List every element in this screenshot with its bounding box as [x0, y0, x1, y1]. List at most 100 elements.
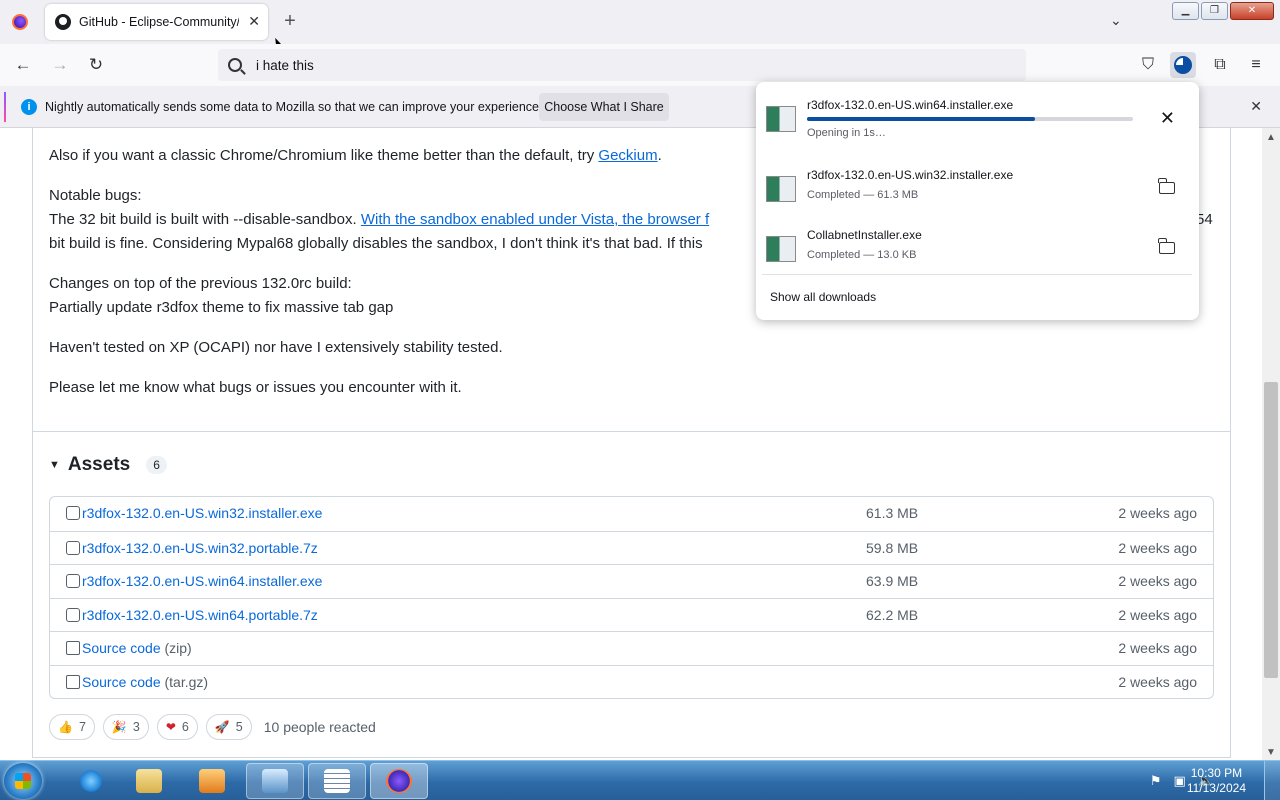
menu-icon[interactable]: ≡ [1243, 52, 1269, 78]
feedback-note: Please let me know what bugs or issues y… [49, 379, 462, 396]
asset-link[interactable]: Source code (zip) [82, 640, 192, 656]
taskbar: ⚑ ▣ 🔈 10:30 PM 11/13/2024 [0, 760, 1280, 800]
choose-what-i-share-button[interactable]: Choose What I Share [539, 93, 669, 121]
firefox-icon [12, 14, 28, 30]
firefox-view-button[interactable] [8, 10, 32, 34]
url-text: i hate this [256, 57, 314, 73]
reactions-bar: 👍 7 🎉 3 ❤ 6 🚀 5 10 people reacted [49, 714, 376, 740]
reaction-tada[interactable]: 🎉 3 [102, 714, 149, 740]
download-status: Completed — 13.0 KB [807, 249, 917, 261]
nav-bar: ← → ↻ i hate this ⛉ ⧉ ≡ [0, 44, 1280, 86]
asset-date: 2 weeks ago [1118, 606, 1197, 623]
taskbar-control-panel[interactable] [246, 763, 304, 799]
new-tab-button[interactable]: + [278, 10, 302, 34]
asset-date: 2 weeks ago [1118, 505, 1197, 521]
taskbar-firefox[interactable] [370, 763, 428, 799]
screen: GitHub - Eclipse-Community/r ✕ + ⌄ ▁ ❐ ✕… [0, 0, 1280, 800]
download-progress-bar [807, 117, 1133, 121]
forward-button[interactable]: → [48, 53, 72, 77]
windows-logo-icon [15, 773, 31, 789]
asset-link[interactable]: r3dfox-132.0.en-US.win64.installer.exe [82, 573, 322, 589]
github-icon [55, 14, 71, 30]
show-all-downloads[interactable]: Show all downloads [770, 290, 876, 304]
asset-row: r3dfox-132.0.en-US.win32.portable.7z 59.… [50, 530, 1213, 565]
asset-date: 2 weeks ago [1118, 539, 1197, 556]
back-button[interactable]: ← [11, 53, 35, 77]
tab-strip: GitHub - Eclipse-Community/r ✕ + ⌄ ▁ ❐ ✕ [0, 0, 1280, 44]
media-player-icon [199, 769, 225, 793]
asset-link[interactable]: r3dfox-132.0.en-US.win64.portable.7z [82, 607, 318, 623]
download-item[interactable]: CollabnetInstaller.exe Completed — 13.0 … [756, 212, 1199, 272]
asset-row: r3dfox-132.0.en-US.win64.portable.7z 62.… [50, 597, 1213, 632]
sandbox-link[interactable]: With the sandbox enabled under Vista, th… [361, 211, 709, 228]
download-item[interactable]: r3dfox-132.0.en-US.win64.installer.exe O… [756, 82, 1199, 142]
changes-title: Changes on top of the previous 132.0rc b… [49, 275, 352, 292]
reload-button[interactable]: ↻ [84, 53, 108, 77]
download-filename: r3dfox-132.0.en-US.win32.installer.exe [807, 168, 1014, 182]
asset-link[interactable]: r3dfox-132.0.en-US.win32.portable.7z [82, 540, 318, 556]
minimize-button[interactable]: ▁ [1172, 2, 1199, 20]
installer-file-icon [766, 106, 796, 132]
extensions-icon[interactable]: ⧉ [1207, 52, 1233, 78]
tab-github[interactable]: GitHub - Eclipse-Community/r ✕ [45, 4, 268, 40]
notification-accent [4, 92, 6, 122]
package-icon [66, 607, 80, 622]
assets-title: Assets [67, 454, 131, 475]
window-controls: ▁ ❐ ✕ [1172, 2, 1274, 20]
installer-file-icon [766, 236, 796, 262]
folder-app-icon [136, 769, 162, 793]
taskbar-media-player[interactable] [183, 763, 241, 799]
clock[interactable]: 10:30 PM 11/13/2024 [1187, 766, 1246, 796]
download-status: Opening in 1s… [807, 127, 886, 139]
list-all-tabs-icon[interactable]: ⌄ [1110, 12, 1122, 29]
thumbs-up-icon: 👍 [58, 720, 73, 734]
asset-link[interactable]: Source code (tar.gz) [82, 674, 208, 690]
asset-row: Source code (tar.gz) 2 weeks ago [50, 664, 1213, 699]
control-panel-icon [262, 769, 288, 793]
pocket-icon[interactable]: ⛉ [1135, 52, 1161, 78]
clock-date: 11/13/2024 [1186, 781, 1246, 795]
maximize-button[interactable]: ❐ [1201, 2, 1228, 20]
asset-date: 2 weeks ago [1118, 640, 1197, 656]
assets-header[interactable]: ▼ Assets 6 [49, 454, 167, 476]
scroll-down-icon[interactable]: ▼ [1266, 747, 1276, 758]
firefox-icon [386, 769, 412, 793]
package-icon [66, 540, 80, 555]
reaction-rocket[interactable]: 🚀 5 [205, 714, 252, 740]
network-icon[interactable]: ▣ [1174, 773, 1186, 789]
folder-icon [1158, 178, 1175, 194]
download-filename: CollabnetInstaller.exe [807, 228, 922, 242]
reaction-heart[interactable]: ❤ 6 [156, 714, 198, 740]
show-in-folder-button[interactable] [1158, 238, 1175, 259]
show-in-folder-button[interactable] [1158, 178, 1175, 199]
divider [33, 431, 1230, 432]
close-window-button[interactable]: ✕ [1230, 2, 1274, 20]
taskbar-ie[interactable] [62, 763, 120, 799]
url-bar[interactable]: i hate this [218, 49, 1026, 81]
cancel-download-icon[interactable]: ✕ [1160, 108, 1175, 129]
close-tab-icon[interactable]: ✕ [248, 13, 260, 30]
scroll-thumb[interactable] [1264, 382, 1278, 678]
asset-date: 2 weeks ago [1118, 673, 1197, 690]
close-notification-icon[interactable]: ✕ [1250, 98, 1262, 115]
reactions-summary: 10 people reacted [263, 719, 376, 735]
asset-link[interactable]: r3dfox-132.0.en-US.win32.installer.exe [82, 505, 322, 521]
taskbar-notepad[interactable] [308, 763, 366, 799]
info-icon: i [21, 99, 37, 115]
notification-message: Nightly automatically sends some data to… [45, 100, 543, 114]
page-scrollbar[interactable]: ▲ ▼ [1262, 128, 1280, 760]
downloads-button[interactable] [1170, 52, 1196, 78]
download-item[interactable]: r3dfox-132.0.en-US.win32.installer.exe C… [756, 152, 1199, 212]
heart-icon: ❤ [165, 720, 176, 734]
xp-note: Haven't tested on XP (OCAPI) nor have I … [49, 339, 503, 356]
action-center-flag-icon[interactable]: ⚑ [1150, 773, 1162, 789]
start-button[interactable] [4, 763, 42, 799]
tada-icon: 🎉 [111, 720, 127, 734]
reaction-thumbs-up[interactable]: 👍 7 [49, 714, 95, 740]
show-desktop-button[interactable] [1264, 761, 1280, 800]
scroll-up-icon[interactable]: ▲ [1266, 132, 1276, 143]
clock-time: 10:30 PM [1190, 766, 1243, 780]
geckium-link[interactable]: Geckium [598, 147, 657, 164]
search-icon [228, 58, 242, 72]
taskbar-explorer[interactable] [120, 763, 178, 799]
